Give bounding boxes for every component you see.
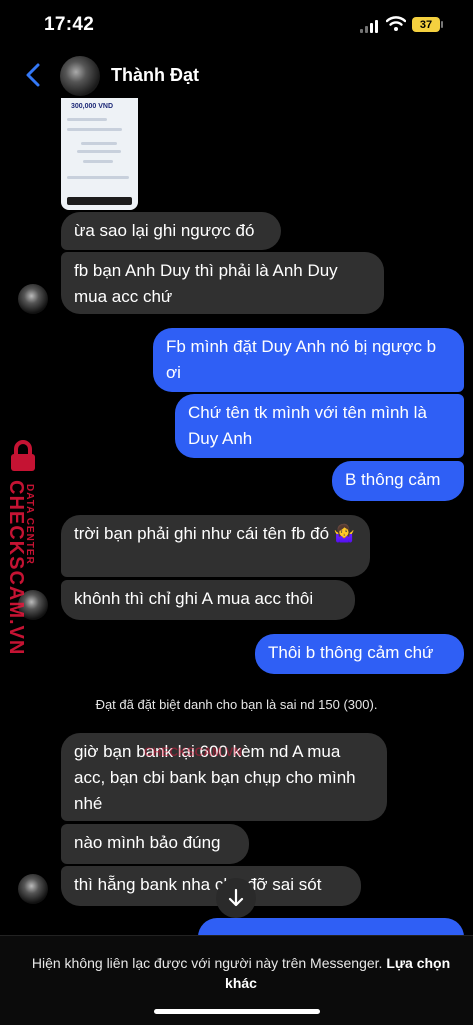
message-incoming[interactable]: khônh thì chỉ ghi A mua acc thôi: [61, 580, 355, 620]
message-outgoing[interactable]: Thôi b thông cảm chứ: [255, 634, 464, 674]
footer-message: Hiện không liên lạc được với người này t…: [31, 955, 383, 971]
message-text: trời bạn phải ghi như cái tên fb đó 🤷‍♀️: [74, 524, 355, 543]
battery-indicator: 37: [412, 17, 440, 32]
watermark-large: CHECKSCAM.VN: [5, 480, 27, 656]
footer-notice: Hiện không liên lạc được với người này t…: [26, 953, 456, 993]
watermark-side: DATA CENTER CHECKSCAM.VN: [4, 440, 50, 655]
message-text: fb bạn Anh Duy thì phải là Anh Duy mua a…: [74, 261, 338, 306]
message-text: thì hẵng bank nha cho đỡ sai sót: [74, 875, 322, 894]
contact-avatar[interactable]: [60, 56, 100, 96]
home-indicator[interactable]: [154, 1009, 320, 1014]
message-outgoing[interactable]: B thông cảm: [332, 461, 464, 501]
message-text: B thông cảm: [345, 470, 441, 489]
contact-name[interactable]: Thành Đạt: [111, 65, 199, 86]
chat-header: Thành Đạt: [0, 50, 473, 102]
battery-tip: [441, 21, 443, 28]
status-time: 17:42: [44, 14, 95, 35]
lock-icon: [11, 440, 35, 471]
shared-image[interactable]: 300,000 VND: [61, 98, 138, 210]
message-outgoing[interactable]: Fb mình đặt Duy Anh nó bị ngược b ơi: [153, 328, 464, 392]
message-incoming[interactable]: ừa sao lại ghi ngược đó: [61, 212, 281, 250]
shared-image-amount: 300,000 VND: [71, 103, 114, 110]
message-incoming[interactable]: fb bạn Anh Duy thì phải là Anh Duy mua a…: [61, 252, 384, 314]
wifi-icon: [386, 16, 406, 31]
status-bar: 17:42 37: [0, 0, 473, 50]
message-text: Thôi b thông cảm chứ: [268, 643, 434, 662]
message-text: ừa sao lại ghi ngược đó: [74, 221, 255, 240]
message-incoming[interactable]: thì hẵng bank nha cho đỡ sai sót: [61, 866, 361, 906]
signal-icon: [360, 19, 380, 33]
chevron-left-icon[interactable]: [22, 62, 44, 88]
watermark-center: CHECKSCAM.VN: [144, 745, 243, 759]
sender-avatar[interactable]: [18, 284, 48, 314]
message-outgoing[interactable]: Chứ tên tk mình với tên mình là Duy Anh: [175, 394, 464, 458]
message-text: khônh thì chỉ ghi A mua acc thôi: [74, 589, 314, 608]
arrow-down-icon: [228, 888, 244, 907]
system-notice: Đạt đã đặt biệt danh cho bạn là sai nd 1…: [95, 697, 378, 712]
scroll-to-bottom-button[interactable]: [216, 878, 256, 918]
message-text: Chứ tên tk mình với tên mình là Duy Anh: [188, 403, 427, 448]
message-incoming[interactable]: trời bạn phải ghi như cái tên fb đó 🤷‍♀️: [61, 515, 370, 577]
message-text: nào mình bảo đúng: [74, 833, 221, 852]
sender-avatar[interactable]: [18, 874, 48, 904]
message-incoming[interactable]: nào mình bảo đúng: [61, 824, 249, 864]
message-text: Fb mình đặt Duy Anh nó bị ngược b ơi: [166, 337, 437, 382]
